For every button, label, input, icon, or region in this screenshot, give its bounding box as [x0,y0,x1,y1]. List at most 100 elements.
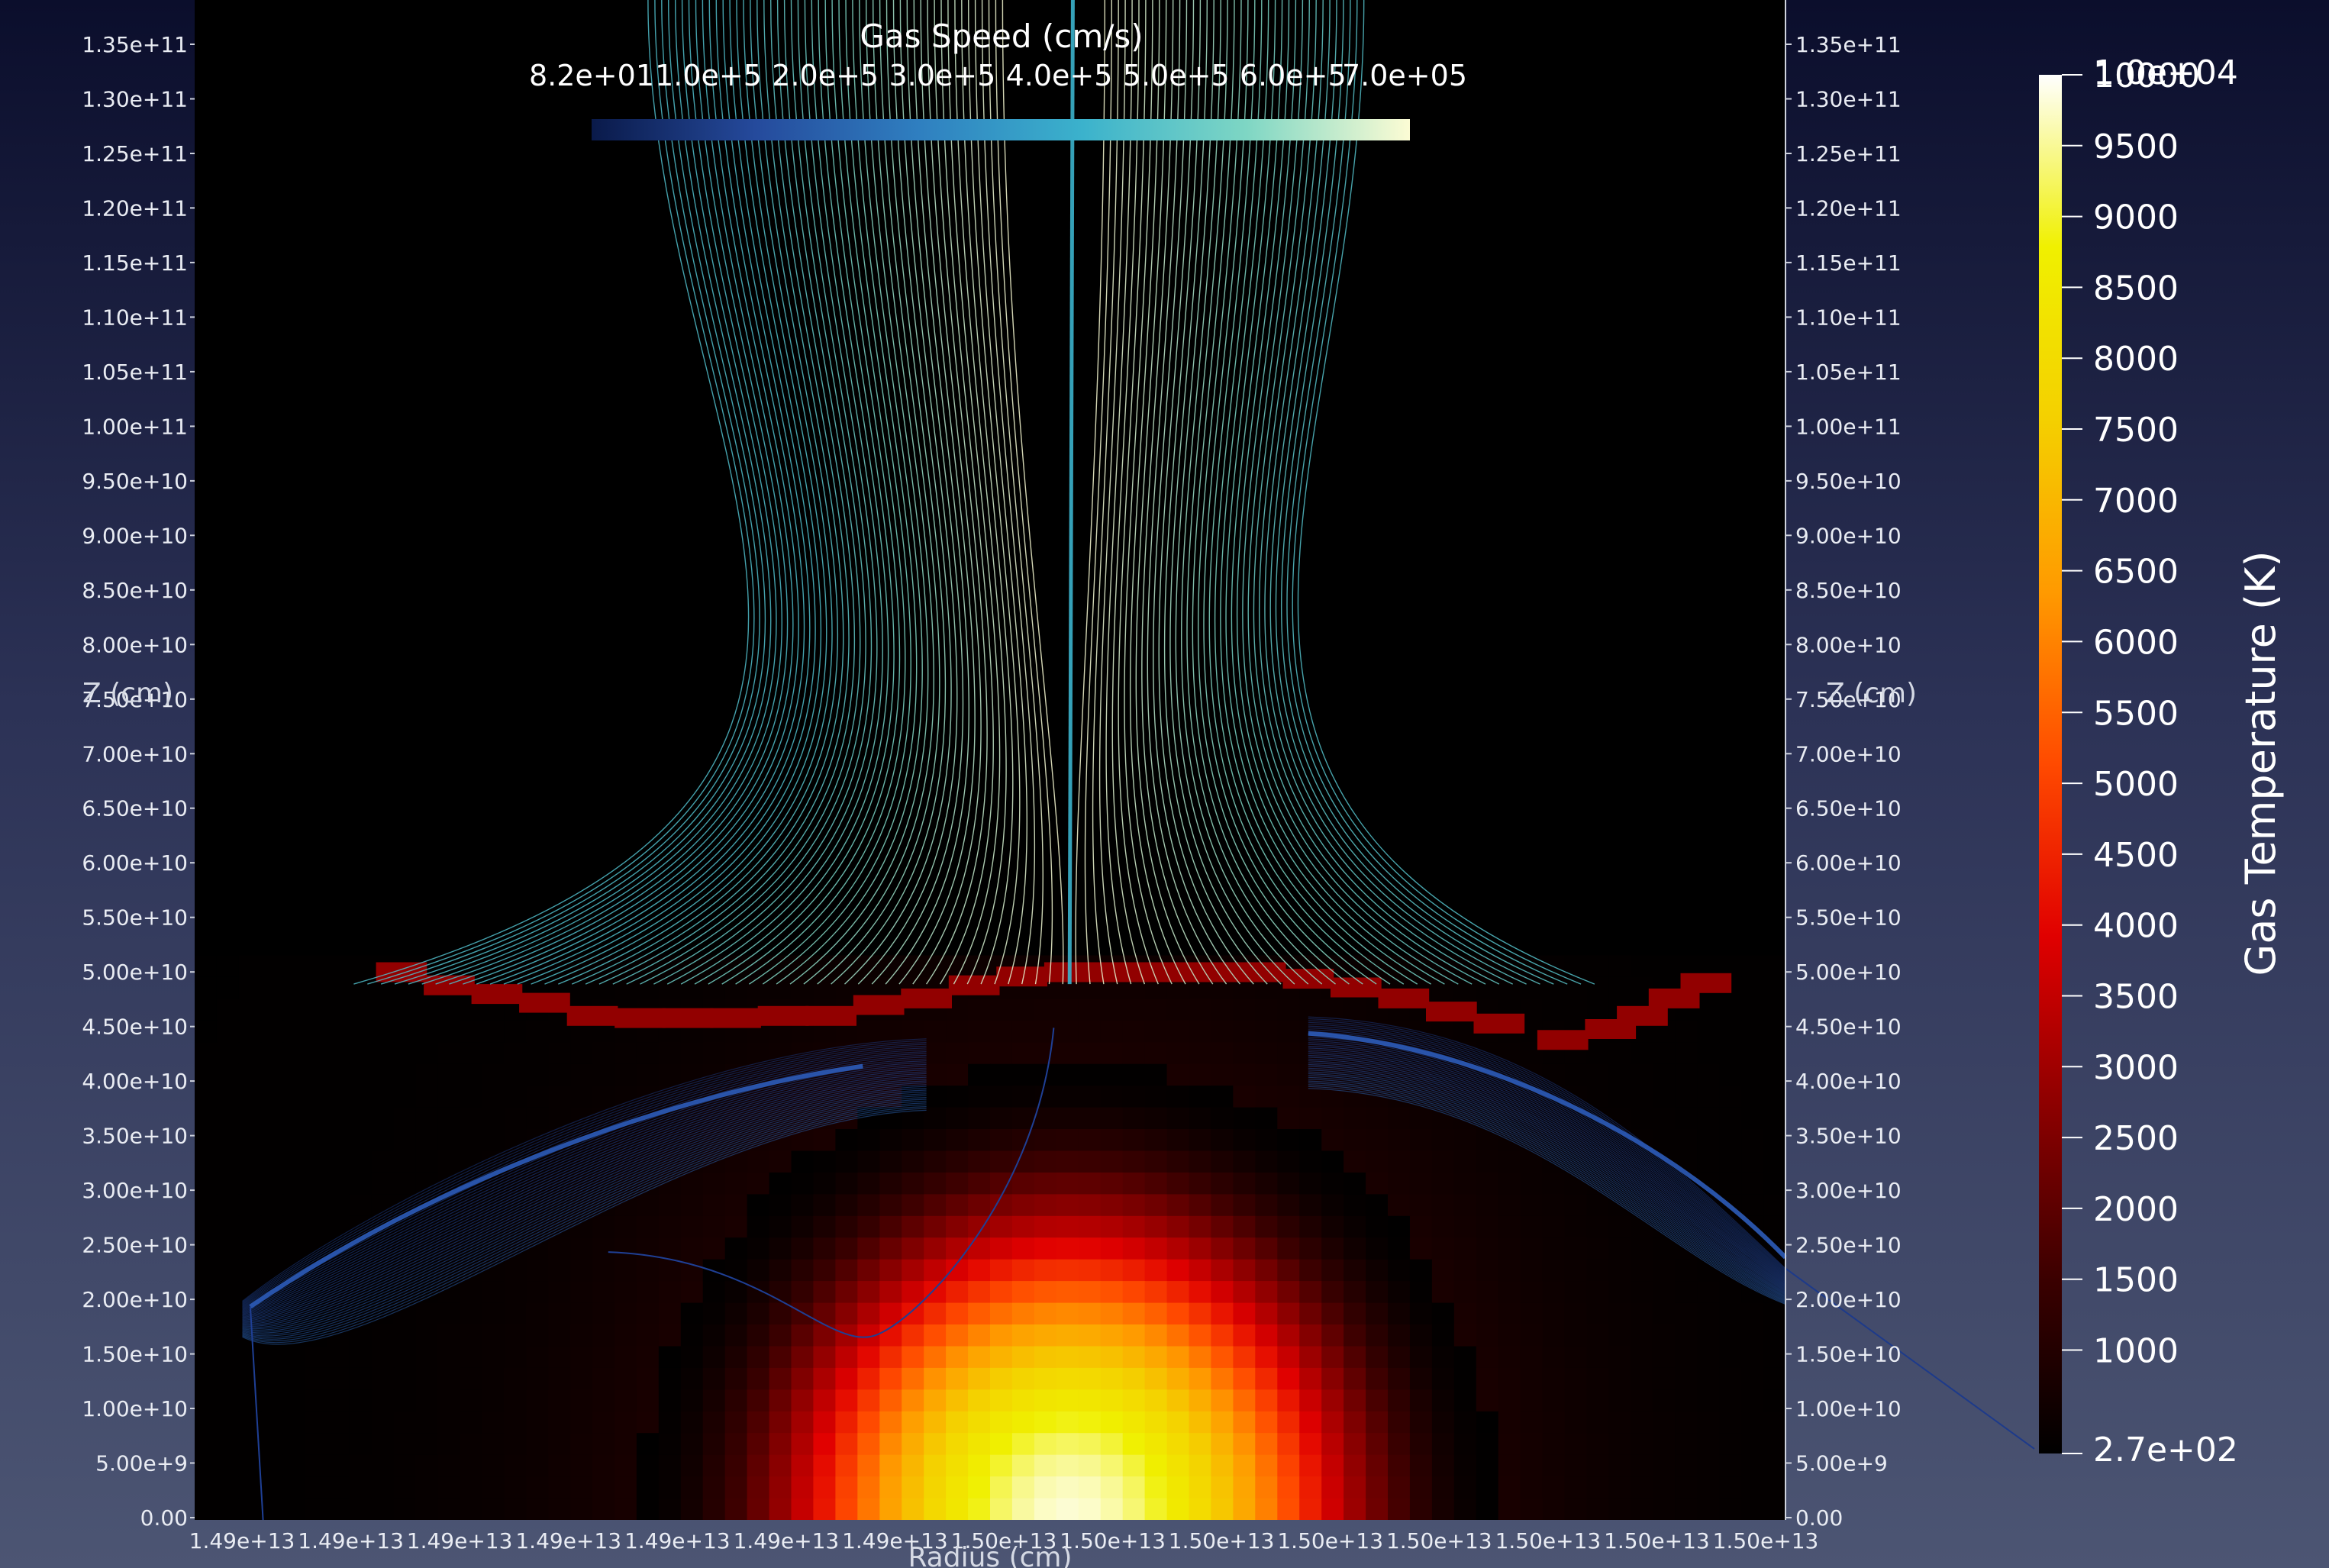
heat-cell [460,1389,482,1412]
heat-cell [1189,1020,1211,1043]
heat-cell [1542,1172,1566,1195]
heat-cell [1564,217,1588,240]
heat-cell [526,412,549,435]
heat-cell [327,1172,350,1195]
heat-cell [1741,1086,1764,1108]
heat-cell [924,1433,947,1456]
heat-cell [1741,238,1764,261]
heat-cell [1034,1367,1057,1390]
heat-cell [1608,1215,1631,1238]
heat-cell [1233,586,1256,608]
heat-cell [1431,195,1455,218]
heat-cell [747,1259,770,1282]
heat-cell [968,1433,991,1456]
heat-cell [1476,173,1499,196]
heat-cell [614,0,637,22]
heat-cell [1321,456,1344,479]
heat-cell [1763,847,1785,869]
heat-cell [1498,543,1521,566]
heat-cell [216,391,240,413]
heat-cell [260,260,284,283]
heat-cell [548,1086,571,1108]
heat-cell [349,86,373,109]
heat-cell [482,391,505,413]
heat-cell [1719,543,1742,566]
heat-cell [990,824,1013,847]
heat-cell [238,521,262,544]
heat-cell [1344,1215,1366,1238]
heat-cell [1719,868,1742,891]
heat-cell [1542,890,1566,913]
heat-cell [548,651,571,674]
heat-cell [570,651,593,674]
heat-cell [1741,0,1764,22]
heat-cell [570,1367,593,1390]
heat-cell [195,282,218,305]
heat-cell [238,651,262,674]
heat-cell [791,1389,814,1412]
heat-cell [238,976,262,999]
heat-cell [1520,608,1544,631]
heat-cell [504,1389,527,1412]
heat-cell [1233,1129,1256,1151]
heat-cell [216,325,240,348]
heat-cell [1542,412,1566,435]
heat-cell [1520,1324,1544,1347]
heat-cell [327,608,350,631]
heat-cell [260,130,284,153]
heat-cell [570,434,593,457]
heat-cell [1078,1042,1102,1065]
heat-cell [1078,217,1102,240]
heat-cell [1542,65,1566,88]
heat-cell [1344,456,1366,479]
heat-cell [1299,1454,1322,1477]
heat-cell [1498,456,1521,479]
heat-cell [415,629,438,652]
heat-cell [724,1237,748,1260]
heat-cell [282,499,306,522]
heat-cell [327,108,350,131]
heat-cell [1011,304,1035,327]
heat-cell [1653,716,1676,739]
heat-cell [526,543,549,566]
heat-cell [393,1367,416,1390]
heat-cell [504,1346,527,1369]
heat-cell [1586,1259,1609,1282]
heat-cell [636,1411,660,1434]
heat-cell [1631,325,1653,348]
heat-cell [1586,890,1609,913]
heat-cell [305,1367,328,1390]
heat-cell [1100,1237,1124,1260]
heat-cell [1586,543,1609,566]
heat-cell [1189,1150,1211,1173]
heat-cell [1631,911,1653,934]
heat-cell [526,21,549,44]
heat-cell [1453,1346,1477,1369]
heat-cell [260,803,284,826]
heat-cell [349,412,373,435]
heat-cell [1321,543,1344,566]
heat-cell [548,217,571,240]
heat-cell [238,1150,262,1173]
heat-cell [924,1063,947,1086]
heat-cell [327,651,350,674]
heat-cell [282,347,306,370]
heat-cell [1189,1302,1211,1325]
heat-cell [1697,152,1720,175]
heat-cell [1608,499,1631,522]
heat-cell [1189,651,1211,674]
heat-cell [1697,999,1720,1021]
heat-cell [1741,1107,1764,1130]
heat-cell [1233,1281,1256,1304]
heat-cell [1100,1194,1124,1217]
heat-cell [1366,173,1389,196]
heat-cell [1344,999,1366,1021]
heat-cell [702,369,726,392]
heat-cell [614,1259,637,1282]
heat-cell [924,152,947,175]
heat-cell [1564,521,1588,544]
heat-cell [1520,738,1544,761]
heat-cell [1520,65,1544,88]
heat-cell [260,564,284,587]
heat-cell [1498,868,1521,891]
